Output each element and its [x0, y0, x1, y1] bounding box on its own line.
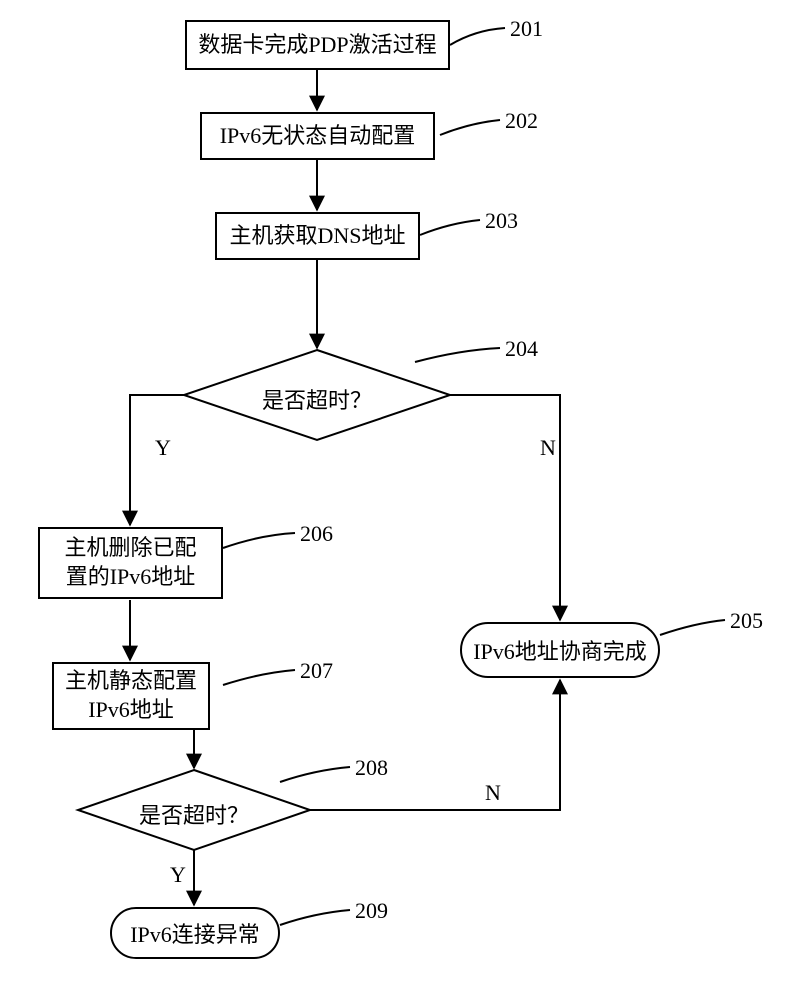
- label-no-204: N: [540, 435, 556, 461]
- ref-203: 203: [485, 208, 518, 234]
- step-209-label: IPv6连接异常: [130, 917, 260, 949]
- step-204-label: 是否超时？: [257, 383, 377, 415]
- step-205: IPv6地址协商完成: [460, 622, 660, 678]
- ref-202: 202: [505, 108, 538, 134]
- label-yes-204: Y: [155, 435, 171, 461]
- step-207: 主机静态配置 IPv6地址: [52, 662, 210, 730]
- label-no-208: N: [485, 780, 501, 806]
- step-207-label: 主机静态配置 IPv6地址: [65, 667, 197, 724]
- step-209: IPv6连接异常: [110, 907, 280, 959]
- step-208-label: 是否超时？: [134, 798, 254, 830]
- label-yes-208: Y: [170, 862, 186, 888]
- step-206: 主机删除已配 置的IPv6地址: [38, 527, 223, 599]
- step-203-label: 主机获取DNS地址: [229, 222, 405, 251]
- ref-207: 207: [300, 658, 333, 684]
- ref-204: 204: [505, 336, 538, 362]
- step-202: IPv6无状态自动配置: [200, 112, 435, 160]
- step-201: 数据卡完成PDP激活过程: [185, 20, 450, 70]
- step-203: 主机获取DNS地址: [215, 212, 420, 260]
- step-201-label: 数据卡完成PDP激活过程: [198, 31, 436, 60]
- ref-209: 209: [355, 898, 388, 924]
- step-202-label: IPv6无状态自动配置: [220, 122, 416, 151]
- ref-201: 201: [510, 16, 543, 42]
- ref-205: 205: [730, 608, 763, 634]
- step-206-label: 主机删除已配 置的IPv6地址: [64, 534, 196, 591]
- ref-206: 206: [300, 521, 333, 547]
- ref-208: 208: [355, 755, 388, 781]
- step-205-label: IPv6地址协商完成: [473, 634, 647, 666]
